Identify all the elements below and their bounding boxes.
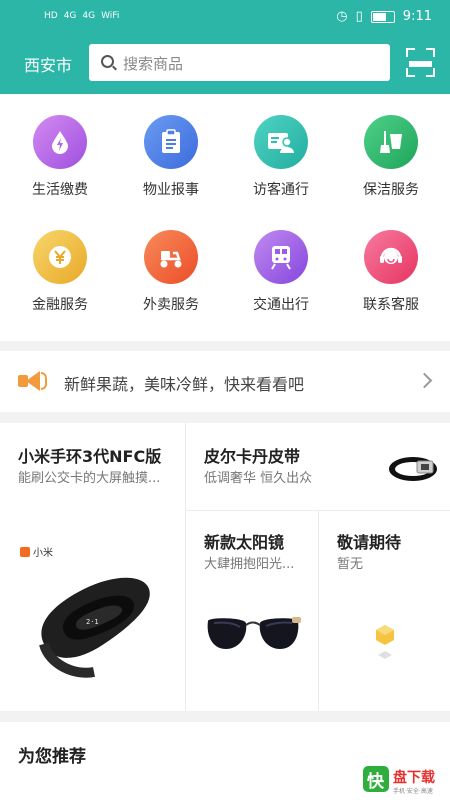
clipboard-icon [144, 115, 198, 169]
yen-coin-icon [33, 230, 87, 284]
promo-card-sunglasses[interactable]: 新款太阳镜 大肆拥抱阳光... [186, 511, 318, 711]
service-item-property[interactable]: 物业报事 [116, 115, 226, 199]
vibrate-icon: ▯ [355, 9, 363, 24]
svg-text:2·1: 2·1 [86, 618, 99, 626]
signal-4g-1: 4G [63, 11, 77, 21]
clock-time: 9:11 [402, 9, 432, 24]
city-selector[interactable]: 西安市 [24, 52, 72, 76]
status-bar: HD 4G 4G WiFi ◷ ▯ 9:11 [0, 0, 450, 34]
service-item-visitor[interactable]: 访客通行 [226, 115, 336, 199]
search-placeholder: 搜索商品 [123, 55, 184, 73]
service-grid: 生活缴费 物业报事 访客通行 保洁服务 金融服务 外卖服务 交通出行 联系客服 [0, 94, 450, 341]
placeholder-box-icon [376, 625, 394, 659]
watermark-logo: 快 盘下载 手机·安全·高速 [363, 762, 447, 796]
service-label: 保洁服务 [363, 182, 419, 198]
promo-card-coming-soon[interactable]: 敬请期待 暂无 [319, 511, 450, 711]
hd-indicator: HD [44, 11, 58, 21]
search-icon [101, 55, 114, 68]
promo-subtitle: 大肆拥抱阳光... [204, 557, 295, 572]
promo-subtitle: 低调奢华 恒久出众 [204, 471, 313, 486]
status-bar-right: ◷ ▯ 9:11 [336, 9, 432, 24]
scooter-icon [144, 230, 198, 284]
service-item-delivery[interactable]: 外卖服务 [116, 230, 226, 314]
promo-card-band[interactable]: 小米手环3代NFC版 能刷公交卡的大屏触摸... 小米 2·1 [0, 423, 185, 711]
service-item-utility[interactable]: 生活缴费 [5, 115, 115, 199]
svg-text:手机·安全·高速: 手机·安全·高速 [393, 787, 433, 795]
promo-title: 新款太阳镜 [204, 533, 285, 552]
service-item-transport[interactable]: 交通出行 [226, 230, 336, 314]
promo-title: 小米手环3代NFC版 [18, 447, 162, 466]
promo-card-belt[interactable]: 皮尔卡丹皮带 低调奢华 恒久出众 [186, 423, 450, 510]
droplet-bolt-icon [33, 115, 87, 169]
promo-title: 敬请期待 [337, 533, 402, 552]
promo-section: 小米手环3代NFC版 能刷公交卡的大屏触摸... 小米 2·1 皮尔卡丹皮带 低… [0, 423, 450, 711]
service-label: 金融服务 [32, 297, 88, 313]
service-label: 联系客服 [363, 297, 419, 313]
alarm-icon: ◷ [336, 9, 348, 24]
chevron-right-icon [416, 372, 433, 389]
service-label: 访客通行 [253, 182, 309, 198]
promo-subtitle: 暂无 [337, 557, 364, 572]
train-icon [254, 230, 308, 284]
broom-bucket-icon [364, 115, 418, 169]
sunglasses-image [207, 617, 301, 649]
service-label: 交通出行 [253, 297, 309, 313]
search-bar[interactable]: 搜索商品 [89, 44, 390, 81]
svg-text:盘下载: 盘下载 [393, 769, 435, 786]
service-item-cleaning[interactable]: 保洁服务 [336, 115, 446, 199]
section-title: 为您推荐 [18, 747, 86, 767]
status-bar-left: HD 4G 4G WiFi [44, 10, 119, 22]
signal-4g-2: 4G [82, 11, 96, 21]
service-label: 生活缴费 [32, 182, 88, 198]
promo-title: 皮尔卡丹皮带 [204, 447, 301, 466]
svg-text:快: 快 [367, 771, 385, 792]
megaphone-icon [18, 369, 48, 394]
visitor-card-icon [254, 115, 308, 169]
brand-logo: 小米 [20, 544, 53, 559]
headset-icon [364, 230, 418, 284]
smart-band-image: 2·1 [39, 577, 150, 678]
battery-icon [370, 10, 395, 23]
service-label: 物业报事 [143, 182, 199, 198]
top-header: HD 4G 4G WiFi ◷ ▯ 9:11 西安市 搜索商品 [0, 0, 450, 94]
service-item-customer-service[interactable]: 联系客服 [336, 230, 446, 314]
belt-image [389, 457, 437, 481]
service-item-finance[interactable]: 金融服务 [5, 230, 115, 314]
scan-icon[interactable] [406, 48, 435, 77]
promo-subtitle: 能刷公交卡的大屏触摸... [18, 471, 161, 486]
wifi-icon: WiFi [101, 11, 120, 21]
notice-text: 新鲜果蔬，美味冷鲜，快来看看吧 [64, 375, 305, 394]
notice-bar[interactable]: 新鲜果蔬，美味冷鲜，快来看看吧 [0, 351, 450, 412]
service-label: 外卖服务 [143, 297, 199, 313]
